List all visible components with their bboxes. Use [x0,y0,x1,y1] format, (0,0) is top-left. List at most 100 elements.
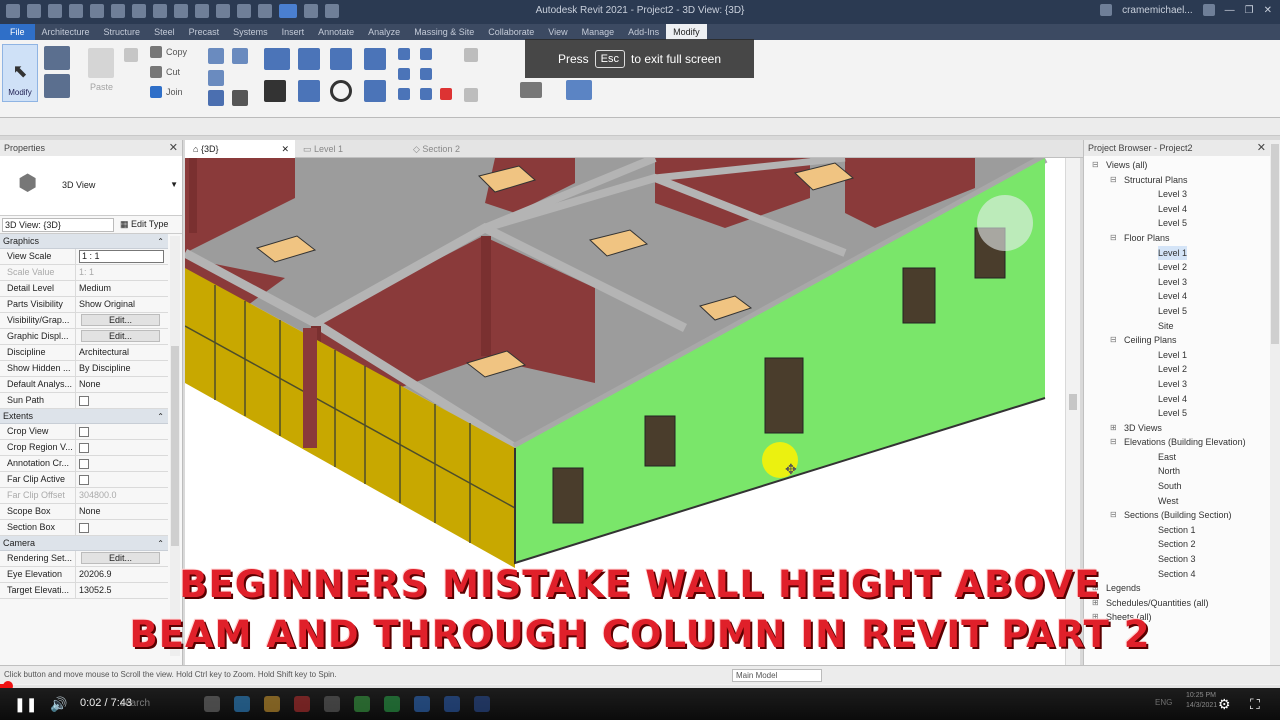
tree-item[interactable]: ⊟ Sections (Building Section) [1084,508,1270,523]
scrollbar-thumb[interactable] [1271,144,1279,344]
tree-item[interactable]: Level 1 [1084,245,1270,261]
edit-button[interactable]: Edit... [81,314,160,326]
tab-file[interactable]: File [0,24,35,40]
hide-element-icon[interactable] [464,88,478,102]
property-value[interactable]: None [76,377,168,392]
scissors-icon[interactable] [150,46,162,58]
group-graphics[interactable]: Graphics ⌃ [0,234,168,249]
tab-analyze[interactable]: Analyze [361,24,407,40]
tree-item[interactable]: Level 5 [1084,216,1270,231]
close-button[interactable]: ✕ [1264,5,1272,16]
cope-icon[interactable] [232,48,248,64]
split-face-icon[interactable] [208,90,224,106]
measure-tool-icon[interactable] [520,82,542,98]
tab-steel[interactable]: Steel [147,24,182,40]
scrollbar-thumb[interactable] [1069,394,1077,410]
tab-3d[interactable]: ⌂ {3D} ✕ [185,140,295,158]
mirror-line-icon[interactable] [364,48,386,70]
maximize-button[interactable]: ❐ [1245,5,1254,16]
tree-item[interactable]: Site [1084,319,1270,334]
tab-massing-site[interactable]: Massing & Site [407,24,481,40]
property-value[interactable] [76,520,168,535]
checkbox[interactable] [79,443,89,453]
search-icon[interactable] [1100,4,1113,16]
tree-item[interactable]: Level 5 [1084,304,1270,319]
volume-icon[interactable]: 🔊 [50,696,67,713]
tab-section-2[interactable]: ◇ Section 2 [405,140,515,158]
tree-item[interactable]: ⊟ Floor Plans [1084,231,1270,246]
checkbox[interactable] [79,427,89,437]
tree-item[interactable]: Level 3 [1084,377,1270,392]
tab-level-1[interactable]: ▭ Level 1 [295,140,405,158]
tree-item[interactable]: Level 1 [1084,348,1270,363]
paste-icon[interactable] [88,48,114,78]
trim-icon[interactable] [364,80,386,102]
match-type-icon[interactable] [208,48,224,64]
checkbox[interactable] [79,523,89,533]
demolish-icon[interactable] [232,90,248,106]
delete-icon[interactable] [440,88,452,100]
tab-manage[interactable]: Manage [575,24,622,40]
property-value[interactable]: None [76,504,168,519]
tree-item[interactable]: Section 1 [1084,523,1270,538]
split-gap-icon[interactable] [420,48,432,60]
collapse-icon[interactable]: ⊟ [1110,333,1117,348]
tree-item[interactable]: Level 5 [1084,406,1270,421]
value-text[interactable]: 1 : 1 [79,250,164,263]
tree-item[interactable]: Level 4 [1084,392,1270,407]
property-value[interactable] [76,393,168,408]
tab-collaborate[interactable]: Collaborate [481,24,541,40]
type-properties-icon[interactable] [44,74,70,98]
tree-item[interactable]: South [1084,479,1270,494]
cut-label[interactable]: Cut [166,67,180,77]
rotate-icon[interactable] [330,80,352,102]
pause-icon[interactable]: ❚❚ [14,696,37,713]
clipboard-icon[interactable] [124,48,138,62]
collapse-icon[interactable]: ⊟ [1110,231,1117,246]
tab-insert[interactable]: Insert [275,24,312,40]
tab-view[interactable]: View [541,24,574,40]
viewcube[interactable] [977,195,1033,251]
user-name[interactable]: cramemichael... [1122,5,1193,16]
tree-item[interactable]: Level 2 [1084,260,1270,275]
unpin-icon[interactable] [420,88,432,100]
property-value[interactable]: Edit... [76,329,168,344]
minimize-button[interactable]: — [1225,5,1235,16]
tree-item[interactable]: Level 3 [1084,275,1270,290]
collapse-icon[interactable]: ⌃ [157,234,164,249]
move-icon[interactable] [264,80,286,102]
property-value[interactable]: Architectural [76,345,168,360]
property-value[interactable]: Edit... [76,313,168,328]
tree-item[interactable]: ⊟ Structural Plans [1084,173,1270,188]
create-group-icon[interactable] [566,80,592,100]
tree-item[interactable]: Level 4 [1084,202,1270,217]
scrollbar-thumb[interactable] [171,346,179,546]
tab-architecture[interactable]: Architecture [35,24,97,40]
property-value[interactable] [76,424,168,439]
tab-structure[interactable]: Structure [97,24,148,40]
properties-icon[interactable] [44,46,70,70]
tab-precast[interactable]: Precast [182,24,227,40]
edit-button[interactable]: Edit... [81,330,160,342]
join-label[interactable]: Join [166,87,183,97]
modify-tool-button[interactable]: ⬉ Modify [2,44,38,102]
copy-label[interactable]: Copy [166,47,187,57]
group-extents[interactable]: Extents ⌃ [0,409,168,424]
main-model-dropdown[interactable]: Main Model [732,669,822,682]
property-value[interactable]: Show Original [76,297,168,312]
edit-type-button[interactable]: ▦ Edit Type [120,219,168,230]
tree-item[interactable]: West [1084,494,1270,509]
collapse-icon[interactable]: ⊟ [1110,435,1117,450]
tab-modify[interactable]: Modify [666,24,707,40]
close-icon[interactable]: ✕ [169,140,178,156]
help-icon[interactable] [1202,4,1215,16]
tab-systems[interactable]: Systems [226,24,275,40]
scale-icon[interactable] [420,68,432,80]
align-icon[interactable] [264,48,290,70]
view-instance-dropdown[interactable]: 3D View: {3D} [2,218,114,232]
checkbox[interactable] [79,459,89,469]
tree-item[interactable]: Level 3 [1084,187,1270,202]
collapse-icon[interactable]: ⊟ [1110,508,1117,523]
property-value[interactable] [76,472,168,487]
property-value[interactable] [76,456,168,471]
